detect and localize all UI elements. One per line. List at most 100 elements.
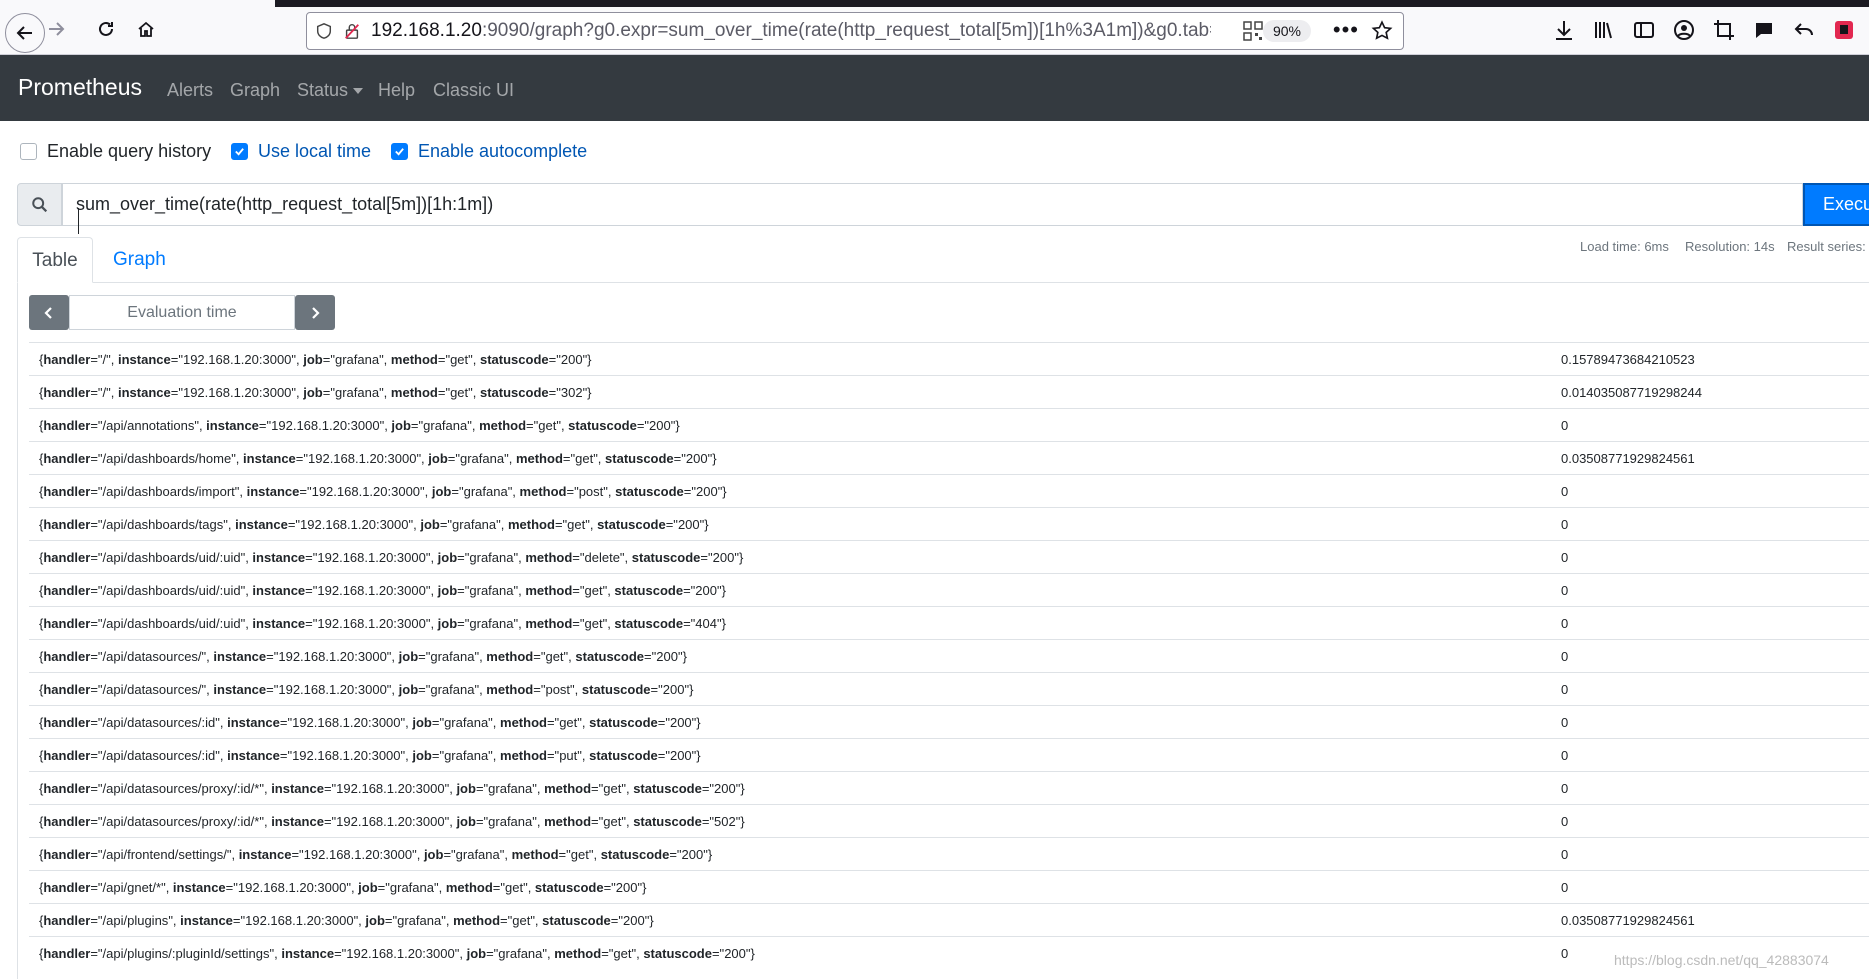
- eval-time-forward-button[interactable]: [295, 295, 335, 330]
- evaluation-time-input[interactable]: Evaluation time: [69, 295, 295, 330]
- library-icon[interactable]: [1592, 18, 1616, 42]
- label-key: job: [303, 385, 323, 400]
- label-key: handler: [43, 484, 91, 499]
- label-key: job: [303, 352, 323, 367]
- execute-button[interactable]: Execute: [1803, 183, 1869, 226]
- zoom-level-badge[interactable]: 90%: [1262, 20, 1311, 42]
- checkmark-icon: [395, 148, 404, 156]
- nav-help[interactable]: Help: [378, 80, 415, 101]
- label-value: grafana: [389, 880, 434, 895]
- label-value: grafana: [460, 451, 505, 466]
- table-row: {handler="/api/dashboards/uid/:uid", ins…: [29, 540, 1869, 573]
- label-key: statuscode: [614, 583, 684, 598]
- label-key: method: [544, 814, 592, 829]
- nav-alerts[interactable]: Alerts: [167, 80, 213, 101]
- label-value: 200: [714, 781, 736, 796]
- page-actions-menu[interactable]: •••: [1333, 17, 1359, 43]
- label-key: method: [500, 748, 547, 763]
- label-value: grafana: [455, 847, 500, 862]
- label-value: delete: [584, 550, 620, 565]
- nav-status-dropdown[interactable]: Status: [297, 80, 364, 101]
- label-value: get: [575, 451, 594, 466]
- label-value: 192.168.1.20:3000: [336, 814, 445, 829]
- extension-icon[interactable]: [1832, 18, 1856, 42]
- label-key: job: [437, 550, 458, 565]
- nav-status-label: Status: [297, 80, 349, 100]
- label-key: handler: [43, 451, 91, 466]
- label-value: grafana: [469, 550, 514, 565]
- download-icon[interactable]: [1552, 18, 1576, 42]
- chat-bubble-icon[interactable]: [1752, 18, 1776, 42]
- tab-table[interactable]: Table: [17, 237, 93, 283]
- qr-code-icon[interactable]: [1243, 21, 1263, 41]
- label-key: method: [525, 616, 573, 631]
- nav-graph[interactable]: Graph: [230, 80, 280, 101]
- panel-border: [17, 282, 18, 979]
- label-key: instance: [271, 781, 324, 796]
- label-key: method: [390, 385, 438, 400]
- tab-divider: [17, 282, 1869, 283]
- label-key: handler: [43, 814, 91, 829]
- series-value: 0: [1561, 880, 1569, 895]
- label-value: 200: [669, 748, 692, 763]
- series-labels: {handler="/api/plugins", instance="192.1…: [39, 913, 654, 928]
- label-value: get: [545, 649, 564, 664]
- query-history-checkbox[interactable]: [20, 143, 37, 160]
- series-labels: {handler="/api/datasources/:id", instanc…: [39, 715, 701, 730]
- url-text[interactable]: 192.168.1.20:9090/graph?g0.expr=sum_over…: [371, 20, 1211, 42]
- series-labels: {handler="/api/datasources/", instance="…: [39, 649, 687, 664]
- table-row: {handler="/", instance="192.168.1.20:300…: [29, 375, 1869, 408]
- reload-icon: [99, 21, 113, 36]
- label-key: handler: [43, 385, 91, 400]
- label-key: handler: [43, 418, 91, 433]
- tab-graph[interactable]: Graph: [113, 237, 166, 283]
- undo-arrow-icon[interactable]: [1792, 18, 1816, 42]
- table-row: {handler="/api/datasources/", instance="…: [29, 672, 1869, 705]
- home-icon: [138, 21, 154, 37]
- label-value: put: [559, 748, 578, 763]
- account-icon[interactable]: [1672, 18, 1696, 42]
- table-row: {handler="/api/annotations", instance="1…: [29, 408, 1869, 441]
- label-key: statuscode: [589, 715, 658, 730]
- local-time-toggle[interactable]: Use local time: [231, 141, 371, 162]
- eval-time-back-button[interactable]: [29, 295, 69, 330]
- url-bar[interactable]: 192.168.1.20:9090/graph?g0.expr=sum_over…: [306, 12, 1404, 50]
- label-key: handler: [43, 583, 91, 598]
- label-key: job: [466, 946, 487, 961]
- label-value: 192.168.1.20:3000: [317, 583, 426, 598]
- label-key: handler: [43, 616, 91, 631]
- expression-input[interactable]: sum_over_time(rate(http_request_total[5m…: [62, 183, 1803, 226]
- autocomplete-toggle[interactable]: Enable autocomplete: [391, 141, 587, 162]
- label-key: statuscode: [575, 649, 645, 664]
- query-history-toggle[interactable]: Enable query history: [20, 141, 211, 162]
- table-row: {handler="/api/dashboards/import", insta…: [29, 474, 1869, 507]
- tab-strip: [275, 0, 1869, 7]
- reload-button[interactable]: [89, 12, 123, 46]
- series-value: 0: [1561, 649, 1569, 664]
- label-value: get: [603, 781, 622, 796]
- label-key: statuscode: [631, 550, 701, 565]
- label-value: 200: [669, 715, 692, 730]
- home-button[interactable]: [129, 12, 163, 46]
- local-time-checkbox[interactable]: [231, 143, 248, 160]
- label-value: grafana: [444, 715, 489, 730]
- label-key: instance: [206, 418, 259, 433]
- label-value: /api/datasources/proxy/:id/*: [102, 814, 260, 829]
- brand-logo-text[interactable]: Prometheus: [18, 74, 142, 101]
- bookmark-star-icon[interactable]: [1371, 20, 1393, 42]
- nav-classic-ui[interactable]: Classic UI: [433, 80, 514, 101]
- insecure-lock-icon[interactable]: [341, 20, 363, 42]
- sidebar-icon[interactable]: [1632, 18, 1656, 42]
- label-key: job: [398, 682, 419, 697]
- label-value: get: [570, 847, 589, 862]
- result-series-stat: Result series:: [1787, 239, 1866, 254]
- label-key: statuscode: [614, 616, 684, 631]
- label-key: method: [525, 550, 573, 565]
- autocomplete-checkbox[interactable]: [391, 143, 408, 160]
- label-value: get: [584, 616, 603, 631]
- label-key: job: [358, 880, 378, 895]
- label-key: handler: [43, 649, 91, 664]
- text-cursor: [78, 208, 79, 234]
- forward-button[interactable]: [39, 12, 73, 46]
- crop-screenshot-icon[interactable]: [1712, 18, 1736, 42]
